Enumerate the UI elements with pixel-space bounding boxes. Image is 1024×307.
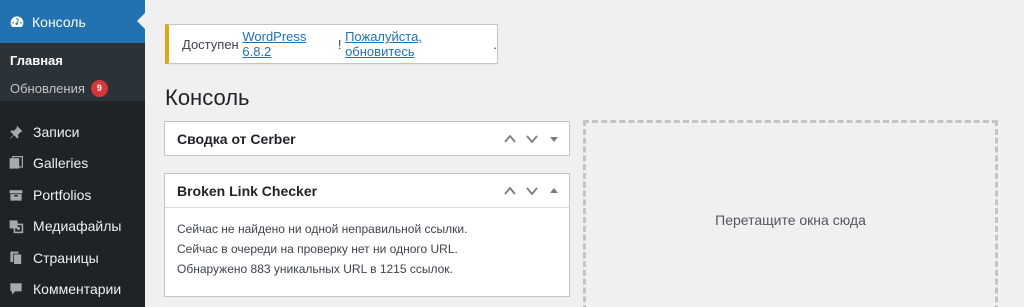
widget-title: Сводка от Cerber bbox=[177, 130, 296, 147]
widget-controls bbox=[499, 180, 569, 202]
sidebar-item-label: Portfolios bbox=[33, 186, 92, 203]
sidebar-item-label: Записи bbox=[33, 123, 80, 140]
widget-cerber: Сводка от Cerber bbox=[164, 121, 570, 156]
widget-header[interactable]: Сводка от Cerber bbox=[165, 122, 569, 155]
update-now-link[interactable]: Пожалуйста, обновитесь bbox=[345, 29, 493, 59]
widget-broken-link-checker: Broken Link Checker Сейчас не найдено ни… bbox=[164, 173, 570, 297]
dashboard-submenu: Главная Обновления 9 bbox=[0, 43, 145, 101]
sidebar-item-pages[interactable]: Страницы bbox=[0, 242, 145, 274]
widget-drop-zone[interactable]: Перетащите окна сюда bbox=[583, 120, 998, 307]
notice-suffix: . bbox=[493, 36, 497, 52]
admin-sidebar: Консоль Главная Обновления 9 Записи Gall… bbox=[0, 0, 145, 307]
toggle-expand-icon[interactable] bbox=[543, 128, 565, 150]
move-up-icon[interactable] bbox=[499, 128, 521, 150]
submenu-item-home[interactable]: Главная bbox=[0, 49, 145, 71]
move-up-icon[interactable] bbox=[499, 180, 521, 202]
comment-icon bbox=[7, 280, 25, 298]
media-icon bbox=[7, 217, 25, 235]
sidebar-menu: Записи Galleries Portfolios Медиафайлы С… bbox=[0, 116, 145, 305]
widget-line: Сейчас в очереди на проверку нет ни одно… bbox=[177, 242, 458, 256]
widget-line: Обнаружено 883 уникальных URL в 1215 ссы… bbox=[177, 262, 453, 276]
drop-zone-label: Перетащите окна сюда bbox=[715, 212, 866, 228]
submenu-item-label: Обновления bbox=[10, 80, 85, 96]
page-title: Консоль bbox=[165, 85, 250, 110]
toggle-collapse-icon[interactable] bbox=[543, 180, 565, 202]
submenu-item-label: Главная bbox=[10, 52, 63, 68]
sidebar-item-label: Galleries bbox=[33, 155, 89, 172]
gallery-icon bbox=[7, 154, 25, 172]
sidebar-item-label: Консоль bbox=[32, 13, 86, 30]
submenu-item-updates[interactable]: Обновления 9 bbox=[0, 77, 145, 99]
sidebar-item-galleries[interactable]: Galleries bbox=[0, 148, 145, 180]
sidebar-item-portfolios[interactable]: Portfolios bbox=[0, 179, 145, 211]
page-icon bbox=[7, 249, 25, 267]
sidebar-item-dashboard[interactable]: Консоль bbox=[0, 0, 145, 43]
move-down-icon[interactable] bbox=[521, 128, 543, 150]
portfolio-icon bbox=[7, 186, 25, 204]
widget-controls bbox=[499, 128, 569, 150]
sidebar-item-label: Страницы bbox=[33, 249, 99, 266]
widget-title: Broken Link Checker bbox=[177, 182, 318, 199]
dashboard-icon bbox=[9, 14, 25, 30]
sidebar-item-label: Комментарии bbox=[33, 281, 122, 298]
move-down-icon[interactable] bbox=[521, 180, 543, 202]
sidebar-item-posts[interactable]: Записи bbox=[0, 116, 145, 148]
wordpress-version-link[interactable]: WordPress 6.8.2 bbox=[242, 29, 337, 59]
notice-text: Доступен bbox=[182, 36, 239, 52]
main-content: Доступен WordPress 6.8.2! Пожалуйста, об… bbox=[145, 0, 1024, 307]
notice-separator: ! bbox=[337, 36, 342, 52]
sidebar-item-comments[interactable]: Комментарии bbox=[0, 274, 145, 306]
widget-line: Сейчас не найдено ни одной неправильной … bbox=[177, 222, 468, 236]
update-count-badge: 9 bbox=[90, 79, 108, 97]
sidebar-item-media[interactable]: Медиафайлы bbox=[0, 211, 145, 243]
sidebar-item-label: Медиафайлы bbox=[33, 218, 122, 235]
update-notice: Доступен WordPress 6.8.2! Пожалуйста, об… bbox=[165, 24, 498, 64]
widget-body: Сейчас не найдено ни одной неправильной … bbox=[165, 207, 569, 290]
pin-icon bbox=[7, 123, 25, 141]
widget-header[interactable]: Broken Link Checker bbox=[165, 174, 569, 207]
